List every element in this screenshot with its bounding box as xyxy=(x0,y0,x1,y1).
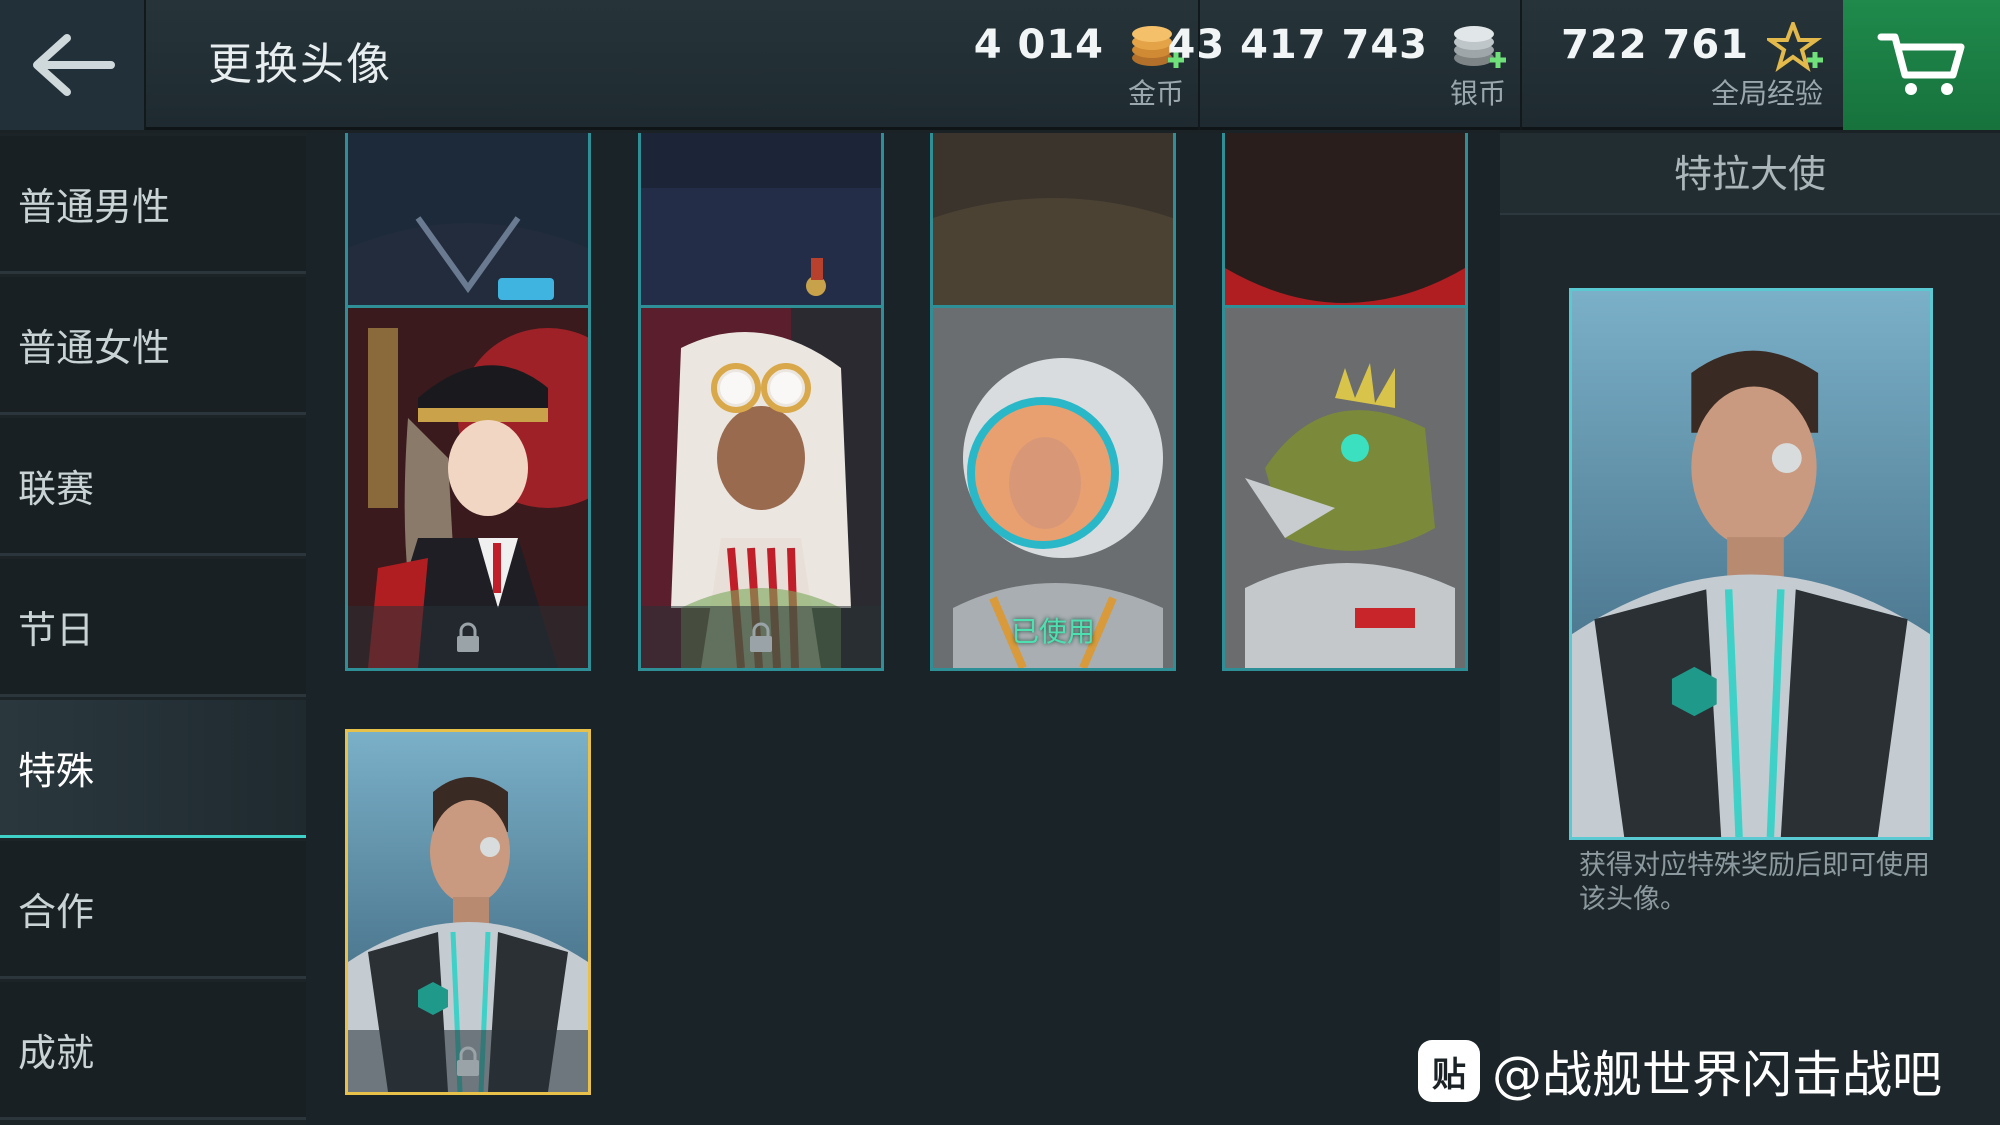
avatar-lizard-pilot xyxy=(1225,308,1465,668)
lock-icon xyxy=(457,622,479,652)
gold-amount: 4 014 xyxy=(973,22,1104,68)
category-sidebar: 普通男性 普通女性 联赛 节日 特殊 合作 成就 xyxy=(0,133,306,1125)
xp-label: 全局经验 xyxy=(1710,77,1823,110)
page-title: 更换头像 xyxy=(208,39,392,90)
xp-star-icon xyxy=(1767,22,1823,72)
sidebar-item-label: 成就 xyxy=(18,1031,95,1075)
xp-amount: 722 761 xyxy=(1561,22,1749,68)
silver-label: 银币 xyxy=(1449,77,1506,110)
cart-icon xyxy=(1877,33,1964,95)
lock-icon xyxy=(457,1046,479,1076)
sidebar-item-label: 普通女性 xyxy=(18,326,171,370)
sidebar-item-common-male[interactable]: 普通男性 xyxy=(0,136,306,274)
watermark-text: @战舰世界闪击战吧 xyxy=(1492,1046,1942,1104)
silver-amount: 43 417 743 xyxy=(1167,22,1428,68)
silver-currency[interactable]: 43 417 743 银币 xyxy=(1167,0,1520,130)
avatar-card-selected[interactable] xyxy=(345,729,591,1095)
tieba-watermark: 贴 @战舰世界闪击战吧 xyxy=(1418,1036,1942,1106)
sidebar-item-collaboration[interactable]: 合作 xyxy=(0,841,306,979)
avatar-grid: 已使用 xyxy=(306,133,1500,1125)
avatar-card[interactable]: 已使用 xyxy=(930,305,1176,671)
top-bar: 更换头像 4 014 金币 43 417 743 银币 722 761 全局经验 xyxy=(0,0,2000,130)
sidebar-item-label: 特殊 xyxy=(18,749,95,793)
sidebar-item-special[interactable]: 特殊 xyxy=(0,700,306,838)
sidebar-item-label: 合作 xyxy=(18,890,95,934)
lock-icon xyxy=(750,622,772,652)
avatar-card[interactable] xyxy=(638,305,884,671)
sidebar-item-league[interactable]: 联赛 xyxy=(0,418,306,556)
sidebar-item-label: 节日 xyxy=(18,608,95,652)
unlock-description: 获得对应特殊奖励后即可使用该头像。 xyxy=(1579,850,1930,915)
selected-avatar-name: 特拉大使 xyxy=(1500,133,2000,215)
silver-coins-icon xyxy=(1454,26,1506,68)
avatar-card[interactable] xyxy=(345,305,591,671)
sidebar-item-label: 联赛 xyxy=(18,467,95,511)
sidebar-item-achievement[interactable]: 成就 xyxy=(0,982,306,1120)
in-use-label: 已使用 xyxy=(1010,615,1095,648)
sidebar-item-holiday[interactable]: 节日 xyxy=(0,559,306,697)
sidebar-item-common-female[interactable]: 普通女性 xyxy=(0,277,306,415)
xp-currency[interactable]: 722 761 全局经验 xyxy=(1520,0,1843,130)
tieba-logo-icon: 贴 xyxy=(1418,1040,1480,1102)
arrow-left-icon xyxy=(33,34,115,96)
shop-cart-button[interactable] xyxy=(1843,0,2000,130)
avatar-preview xyxy=(1569,288,1933,840)
avatar-change-screen: 更换头像 4 014 金币 43 417 743 银币 722 761 全局经验… xyxy=(0,0,2000,1125)
sidebar-item-label: 普通男性 xyxy=(18,185,171,229)
avatar-card[interactable] xyxy=(1222,305,1468,671)
gold-label: 金币 xyxy=(1127,77,1184,110)
avatar-detail-panel: 特拉大使 获得对应特殊奖励后即可使用该头像。 xyxy=(1500,133,2000,1125)
avatar-tral-ambassador-large xyxy=(1572,291,1930,837)
back-button[interactable] xyxy=(0,0,146,130)
